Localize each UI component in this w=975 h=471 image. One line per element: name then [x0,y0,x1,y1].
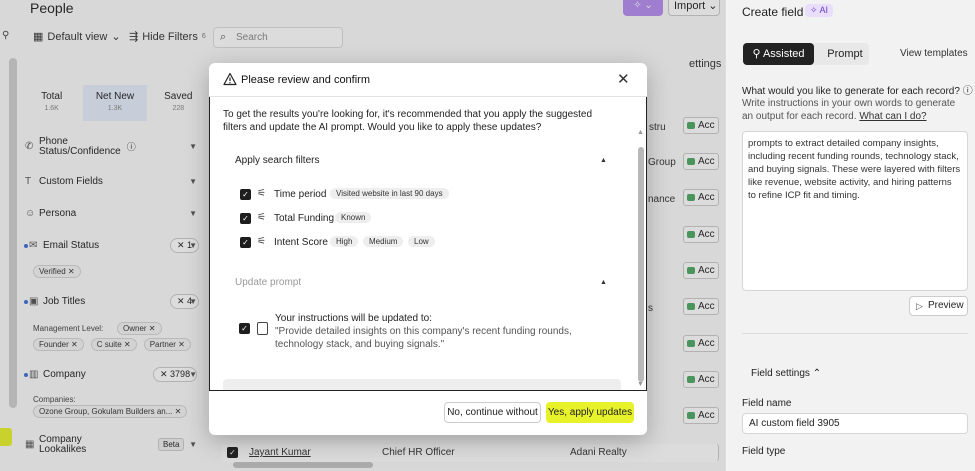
close-icon[interactable]: ✕ [617,70,630,88]
dialog-body: To get the results you're looking for, i… [209,97,647,391]
mode-assisted-button[interactable]: ⚲ Assisted [743,43,814,65]
collapsed-section [223,379,621,390]
scroll-down-icon[interactable]: ▼ [637,381,644,388]
apply-updates-button[interactable]: Yes, apply updates [546,402,634,423]
panel-title: Create field [742,5,804,19]
caret-up-icon[interactable]: ▲ [600,279,607,286]
create-field-panel: Create field ✧ AI ⚲ Assisted Prompt View… [725,0,975,471]
view-templates-link[interactable]: View templates [900,48,968,59]
scroll-up-icon[interactable]: ▲ [637,129,644,136]
sliders-icon: ⚟ [257,188,266,199]
time-period-checkbox[interactable]: ✓ [240,189,251,200]
update-prompt-checkbox[interactable]: ✓ [239,323,250,334]
field-name-input[interactable]: AI custom field 3905 [742,413,968,434]
continue-without-button[interactable]: No, continue without [444,402,541,423]
chevron-up-icon: ⌃ [812,368,822,379]
intent-score-checkbox[interactable]: ✓ [240,237,251,248]
time-period-label: Time period [274,189,327,200]
field-name-label: Field name [742,398,792,409]
dialog-scrollbar[interactable]: ▲ ▼ [637,129,644,388]
prompt-help-text: Write instructions in your own words to … [742,98,956,122]
document-icon [257,322,268,335]
total-funding-label: Total Funding [274,213,335,224]
field-type-label: Field type [742,446,786,457]
sliders-icon: ⚟ [257,212,266,223]
mode-toggle: ⚲ Assisted Prompt [743,43,869,65]
mode-prompt-button[interactable]: Prompt [823,43,867,65]
field-settings-toggle[interactable]: Field settings ⌃ [751,368,821,379]
dialog-header: Please review and confirm ✕ [209,63,647,97]
update-title: Your instructions will be updated to: [275,313,432,324]
filters-section: Apply search filters ▲ ✓ ⚟ Time period V… [223,147,621,265]
dialog-title: Please review and confirm [241,74,371,86]
prompt-textarea[interactable]: prompts to extract detailed company insi… [742,131,968,291]
caret-up-icon[interactable]: ▲ [600,157,607,164]
scrollbar-thumb[interactable] [638,147,644,382]
total-funding-checkbox[interactable]: ✓ [240,213,251,224]
what-can-i-do-link[interactable]: What can I do? [859,111,926,122]
filter-tag: High [330,236,359,247]
filter-tag: Low [408,236,435,247]
filters-section-title: Apply search filters [235,155,320,166]
filter-tag: Known [335,212,372,223]
divider [742,333,968,334]
preview-button[interactable]: Preview [909,296,968,316]
help-icon: ⓘ [962,86,973,97]
sliders-icon: ⚟ [257,236,266,247]
ai-badge: ✧ AI [805,4,834,17]
dialog-intro: To get the results you're looking for, i… [223,109,593,133]
generate-question: What would you like to generate for each… [742,86,973,97]
confirm-dialog: Please review and confirm ✕ To get the r… [209,63,647,435]
warning-icon [223,72,237,86]
filter-tag: Visited website in last 90 days [330,188,449,199]
filter-tag: Medium [363,236,404,247]
prompt-section-title: Update prompt [235,277,302,288]
intent-score-label: Intent Score [274,237,328,248]
update-text: "Provide detailed insights on this compa… [275,326,572,350]
dialog-footer: No, continue without Yes, apply updates [209,391,647,435]
